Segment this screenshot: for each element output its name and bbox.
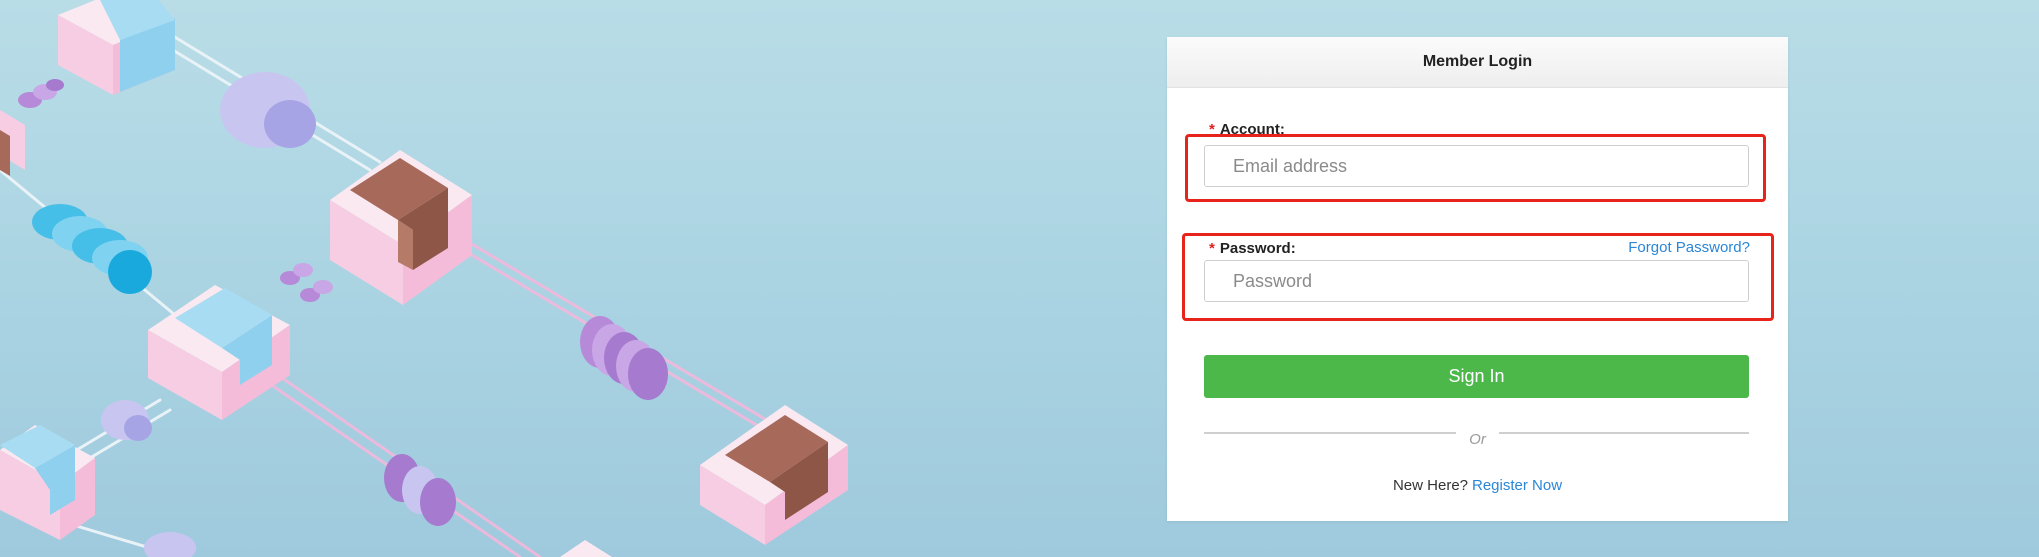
register-row: New Here? Register Now xyxy=(1167,477,1788,494)
password-input[interactable] xyxy=(1204,260,1749,302)
register-now-link[interactable]: Register Now xyxy=(1472,477,1562,494)
login-title: Member Login xyxy=(1167,37,1788,88)
circuit-components-illustration xyxy=(0,0,848,557)
sign-in-button[interactable]: Sign In xyxy=(1204,355,1749,398)
new-here-text: New Here? xyxy=(1392,477,1468,494)
or-separator-text: Or xyxy=(1469,431,1486,448)
password-label: * Password: xyxy=(1209,240,1296,257)
login-page: Member Login *Account: *Password: Forgot… xyxy=(0,0,2039,557)
email-input[interactable] xyxy=(1204,145,1749,187)
required-marker: * xyxy=(1209,121,1215,138)
required-marker: * xyxy=(1209,240,1215,257)
login-panel: Member Login *Account: *Password: Forgot… xyxy=(1167,37,1788,521)
account-label: * Account: xyxy=(1209,121,1285,138)
account-label-text: Account: xyxy=(1219,121,1285,138)
forgot-password-link[interactable]: Forgot Password? xyxy=(1628,239,1750,256)
password-label-text: Password: xyxy=(1219,240,1296,257)
